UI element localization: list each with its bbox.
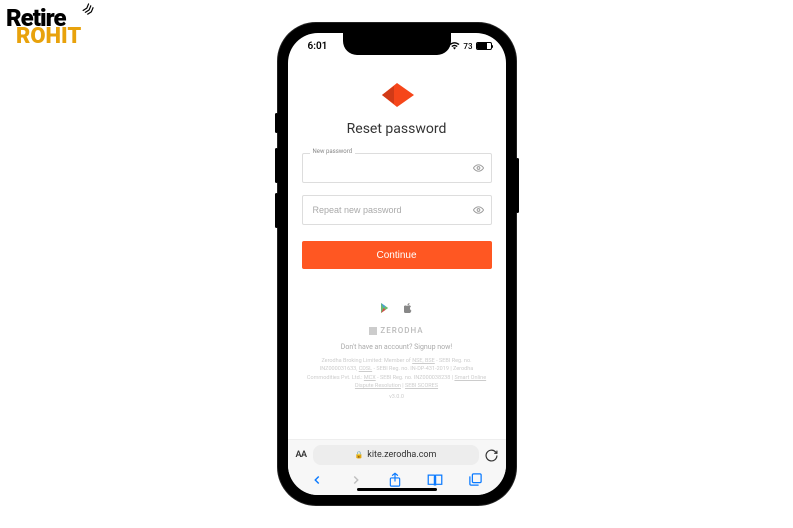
apple-store-icon[interactable]	[404, 303, 412, 316]
lock-icon: 🔒	[355, 451, 364, 459]
mcx-link[interactable]: MCX	[364, 375, 376, 381]
battery-percentage: 73	[463, 42, 472, 51]
back-button[interactable]	[310, 473, 324, 487]
status-time: 6:01	[308, 41, 328, 52]
zerodha-brand-icon	[369, 327, 377, 335]
show-password-icon[interactable]	[473, 163, 484, 174]
bookmarks-button[interactable]	[427, 473, 443, 487]
signup-prompt: Don't have an account? Signup now!	[341, 343, 452, 351]
home-indicator	[357, 488, 437, 491]
tabs-button[interactable]	[468, 472, 483, 487]
app-store-row	[381, 303, 412, 316]
kite-logo-icon	[380, 83, 414, 107]
new-password-label: New password	[310, 148, 356, 155]
site-watermark-logo: Retire⟩⟩⟩ ROHIT	[6, 8, 81, 47]
legal-footer: Zerodha Broking Limited: Member of NSE, …	[302, 357, 492, 390]
repeat-password-field-wrap	[302, 195, 492, 225]
continue-button[interactable]: Continue	[302, 241, 492, 269]
new-password-field-wrap: New password	[302, 153, 492, 183]
nse-bse-link[interactable]: NSE, BSE	[412, 358, 435, 364]
signup-link[interactable]: Signup now!	[414, 343, 452, 351]
show-repeat-password-icon[interactable]	[473, 205, 484, 216]
url-domain: kite.zerodha.com	[367, 450, 436, 460]
zerodha-brand-label: ZERODHA	[369, 326, 423, 335]
phone-notch	[343, 33, 451, 55]
reload-button[interactable]	[485, 449, 498, 462]
wifi-icon	[449, 42, 460, 50]
forward-button[interactable]	[349, 473, 363, 487]
new-password-input[interactable]	[302, 153, 492, 183]
text-size-button[interactable]: AA	[296, 450, 307, 460]
sebi-scores-link[interactable]: SEBI SCORES	[405, 383, 438, 389]
phone-frame: 6:01 73 Reset password New password	[278, 23, 516, 505]
app-version-label: v3.0.0	[389, 394, 404, 400]
safari-browser-bar: AA 🔒 kite.zerodha.com	[288, 439, 506, 495]
cdsl-link[interactable]: CDSL	[359, 366, 372, 372]
page-content: Reset password New password Continue	[288, 59, 506, 439]
phone-screen: 6:01 73 Reset password New password	[288, 33, 506, 495]
repeat-password-input[interactable]	[302, 195, 492, 225]
battery-icon	[476, 42, 492, 50]
play-store-icon[interactable]	[381, 303, 390, 316]
share-button[interactable]	[388, 472, 402, 488]
page-title: Reset password	[347, 121, 447, 137]
address-bar[interactable]: 🔒 kite.zerodha.com	[313, 445, 479, 465]
